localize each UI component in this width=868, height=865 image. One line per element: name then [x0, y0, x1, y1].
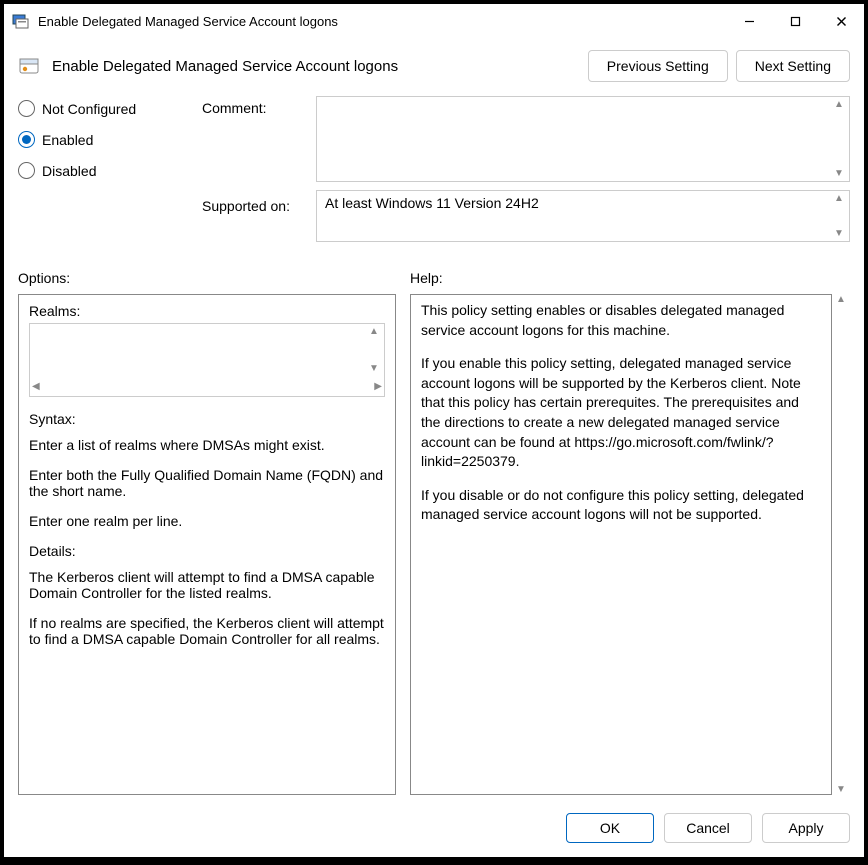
- apply-button[interactable]: Apply: [762, 813, 850, 843]
- radio-label: Disabled: [42, 163, 96, 179]
- radio-label: Enabled: [42, 132, 93, 148]
- dialog-window: Enable Delegated Managed Service Account…: [4, 4, 864, 857]
- options-text: Enter both the Fully Qualified Domain Na…: [29, 467, 385, 499]
- help-text: If you enable this policy setting, deleg…: [421, 354, 821, 472]
- policy-icon: [18, 55, 40, 77]
- next-setting-button[interactable]: Next Setting: [736, 50, 850, 82]
- options-text: If no realms are specified, the Kerberos…: [29, 615, 385, 647]
- scroll-arrows[interactable]: ▲▼: [366, 326, 382, 374]
- maximize-button[interactable]: [772, 4, 818, 38]
- chevron-up-icon: ▲: [834, 193, 844, 204]
- radio-enabled[interactable]: Enabled: [18, 131, 198, 148]
- comment-label: Comment:: [202, 96, 312, 116]
- chevron-down-icon: ▼: [836, 784, 846, 795]
- supported-on-label: Supported on:: [202, 194, 312, 214]
- options-text: Enter one realm per line.: [29, 513, 385, 529]
- dialog-footer: OK Cancel Apply: [4, 809, 864, 857]
- window-title: Enable Delegated Managed Service Account…: [38, 14, 338, 29]
- help-text: This policy setting enables or disables …: [421, 301, 821, 340]
- options-text: Enter a list of realms where DMSAs might…: [29, 437, 385, 453]
- radio-icon: [18, 100, 35, 117]
- realms-label: Realms:: [29, 303, 385, 319]
- chevron-up-icon: ▲: [836, 294, 846, 305]
- close-button[interactable]: [818, 4, 864, 38]
- chevron-left-icon: ◀: [32, 381, 40, 392]
- policy-app-icon: [12, 12, 30, 30]
- help-pane: This policy setting enables or disables …: [410, 294, 832, 795]
- comment-input[interactable]: ▲▼: [316, 96, 850, 182]
- chevron-right-icon: ▶: [374, 381, 382, 392]
- radio-icon: [18, 131, 35, 148]
- title-bar: Enable Delegated Managed Service Account…: [4, 4, 864, 38]
- header-row: Enable Delegated Managed Service Account…: [4, 38, 864, 96]
- radio-not-configured[interactable]: Not Configured: [18, 100, 198, 117]
- scroll-arrows[interactable]: ▲▼: [831, 193, 847, 239]
- chevron-down-icon: ▼: [834, 228, 844, 239]
- supported-on-field: At least Windows 11 Version 24H2 ▲▼: [316, 190, 850, 242]
- details-heading: Details:: [29, 543, 385, 559]
- options-heading: Options:: [18, 270, 396, 286]
- radio-label: Not Configured: [42, 101, 136, 117]
- help-heading: Help:: [410, 270, 443, 286]
- help-text: If you disable or do not configure this …: [421, 486, 821, 525]
- help-scrollbar[interactable]: ▲▼: [832, 294, 850, 795]
- chevron-down-icon: ▼: [369, 363, 379, 374]
- realms-input[interactable]: ▲▼ ◀▶: [29, 323, 385, 397]
- chevron-down-icon: ▼: [834, 168, 844, 179]
- options-pane: Realms: ▲▼ ◀▶ Syntax: Enter a list of re…: [18, 294, 396, 795]
- chevron-up-icon: ▲: [369, 326, 379, 337]
- chevron-up-icon: ▲: [834, 99, 844, 110]
- syntax-heading: Syntax:: [29, 411, 385, 427]
- previous-setting-button[interactable]: Previous Setting: [588, 50, 728, 82]
- ok-button[interactable]: OK: [566, 813, 654, 843]
- radio-disabled[interactable]: Disabled: [18, 162, 198, 179]
- cancel-button[interactable]: Cancel: [664, 813, 752, 843]
- minimize-button[interactable]: [726, 4, 772, 38]
- policy-title: Enable Delegated Managed Service Account…: [52, 58, 576, 75]
- hscroll-arrows[interactable]: ◀▶: [32, 378, 382, 394]
- options-text: The Kerberos client will attempt to find…: [29, 569, 385, 601]
- window-controls: [726, 4, 864, 38]
- radio-icon: [18, 162, 35, 179]
- scroll-arrows[interactable]: ▲▼: [831, 99, 847, 179]
